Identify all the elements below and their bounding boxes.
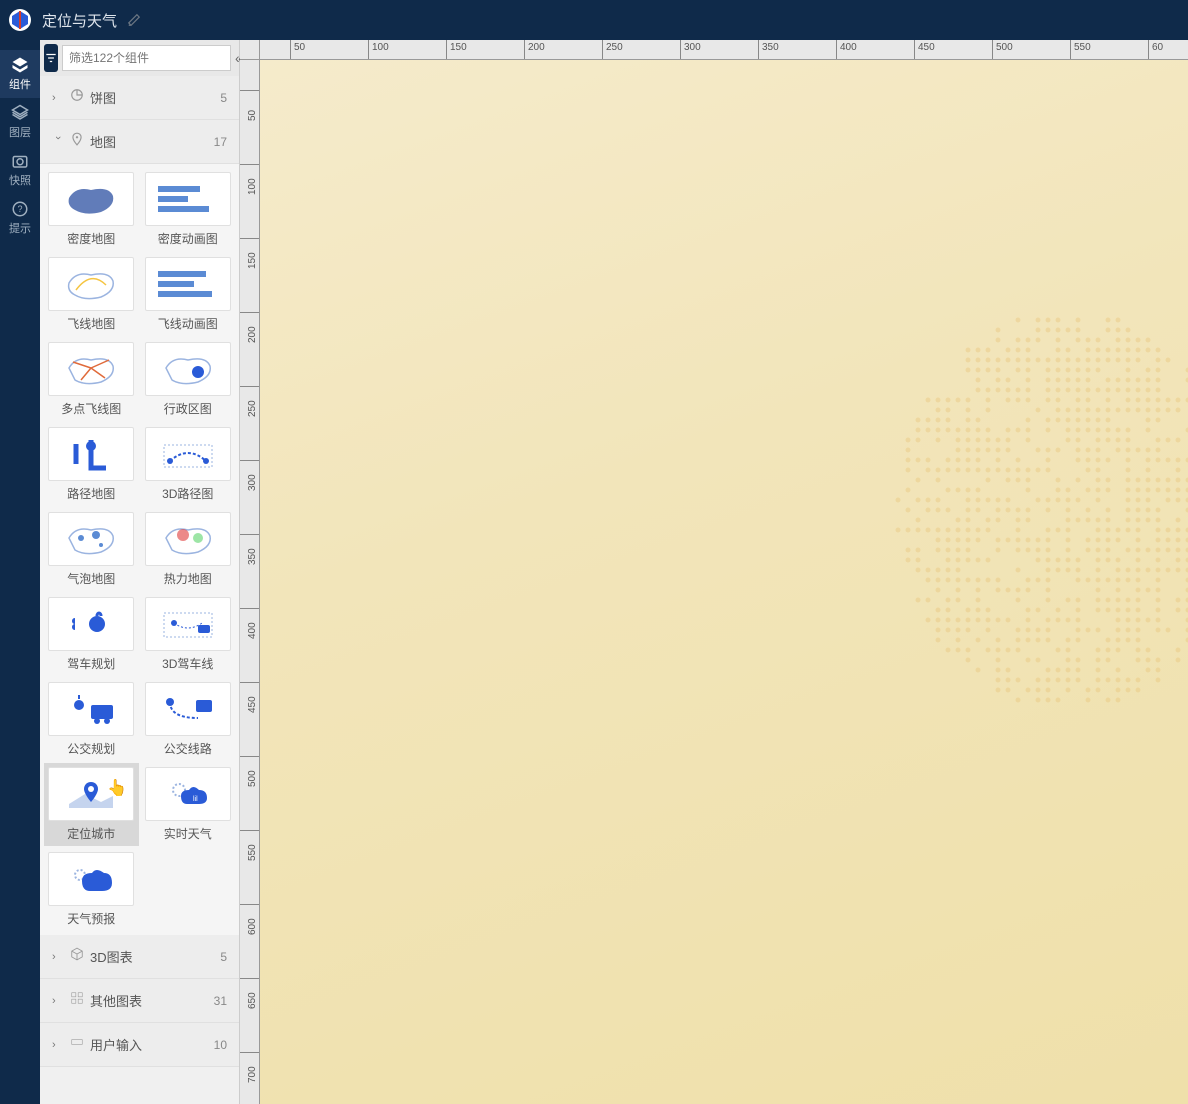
category-map[interactable]: › 地图 17: [40, 120, 239, 164]
svg-text:?: ?: [17, 204, 22, 214]
panel-search-bar: «: [40, 40, 239, 76]
nav-layers[interactable]: 图层: [0, 98, 40, 146]
comp-flyline-map[interactable]: 飞线地图: [44, 253, 139, 336]
comp-route-map[interactable]: 路径地图: [44, 423, 139, 506]
comp-density-anim[interactable]: 密度动画图: [141, 168, 236, 251]
ruler-vertical: 5010015020025030035040045050055060065070…: [240, 60, 260, 1104]
comp-realtime-weather[interactable]: lil实时天气: [141, 763, 236, 846]
category-other[interactable]: › 其他图表 31: [40, 979, 239, 1023]
nav-rail: 组件 图层 快照 ? 提示: [0, 40, 40, 1104]
nav-snapshot[interactable]: 快照: [0, 146, 40, 194]
chevron-right-icon: ›: [52, 951, 64, 963]
pie-chart-icon: [70, 88, 84, 107]
category-label: 3D图表: [90, 947, 220, 966]
category-count: 17: [214, 135, 227, 149]
nav-label: 快照: [9, 172, 31, 188]
search-input[interactable]: [62, 45, 231, 71]
cube-icon: [70, 947, 84, 966]
category-label: 其他图表: [90, 991, 214, 1010]
category-label: 用户输入: [90, 1035, 214, 1054]
search-filter-icon[interactable]: [44, 44, 58, 72]
comp-weather-forecast[interactable]: 天气预报: [44, 848, 139, 931]
chevron-right-icon: ›: [52, 92, 64, 104]
comp-density-map[interactable]: 密度地图: [44, 168, 139, 251]
comp-admin-region[interactable]: 行政区图: [141, 338, 236, 421]
ruler-horizontal: 5010015020025030035040045050055060: [260, 40, 1188, 60]
category-pie[interactable]: › 饼图 5: [40, 76, 239, 120]
nav-tips[interactable]: ? 提示: [0, 194, 40, 242]
ruler-corner: [240, 40, 260, 60]
app-header: 定位与天气: [0, 0, 1188, 40]
component-panel: « › 饼图 5 › 地图 17 密度地图 密度动画图 飞线地图 飞线动画图 多…: [40, 40, 240, 1104]
canvas-area[interactable]: 5010015020025030035040045050055060 50100…: [240, 40, 1188, 1104]
category-count: 10: [214, 1038, 227, 1052]
category-input[interactable]: › 用户输入 10: [40, 1023, 239, 1067]
app-logo-icon: [8, 8, 32, 32]
comp-multi-flyline[interactable]: 多点飞线图: [44, 338, 139, 421]
category-3dchart[interactable]: › 3D图表 5: [40, 935, 239, 979]
comp-heatmap[interactable]: 热力地图: [141, 508, 236, 591]
map-component-grid: 密度地图 密度动画图 飞线地图 飞线动画图 多点飞线图 行政区图 路径地图 3D…: [40, 164, 239, 935]
comp-bus-plan[interactable]: 公交规划: [44, 678, 139, 761]
input-icon: [70, 1035, 84, 1054]
category-count: 5: [220, 91, 227, 105]
svg-text:lil: lil: [193, 796, 198, 803]
chevron-right-icon: ›: [52, 1039, 64, 1051]
app-title: 定位与天气: [42, 10, 117, 31]
category-label: 地图: [90, 132, 214, 151]
edit-title-icon[interactable]: [127, 13, 141, 27]
chevron-right-icon: ›: [52, 995, 64, 1007]
comp-3d-route[interactable]: 3D路径图: [141, 423, 236, 506]
comp-3d-drive[interactable]: 3D驾车线: [141, 593, 236, 676]
chevron-down-icon: ›: [52, 136, 64, 148]
nav-label: 图层: [9, 124, 31, 140]
comp-flyline-anim[interactable]: 飞线动画图: [141, 253, 236, 336]
comp-locate-city[interactable]: 👆定位城市: [44, 763, 139, 846]
comp-bubble-map[interactable]: 气泡地图: [44, 508, 139, 591]
category-label: 饼图: [90, 88, 220, 107]
canvas-content[interactable]: [260, 60, 1188, 1104]
background-dotmap-icon: [888, 300, 1188, 720]
nav-label: 组件: [9, 76, 31, 92]
category-count: 31: [214, 994, 227, 1008]
nav-components[interactable]: 组件: [0, 50, 40, 98]
comp-drive-plan[interactable]: 驾车规划: [44, 593, 139, 676]
comp-bus-route[interactable]: 公交线路: [141, 678, 236, 761]
category-count: 5: [220, 950, 227, 964]
map-pin-icon: [70, 132, 84, 151]
cursor-hand-icon: 👆: [107, 778, 127, 798]
grid-icon: [70, 991, 84, 1010]
nav-label: 提示: [9, 220, 31, 236]
